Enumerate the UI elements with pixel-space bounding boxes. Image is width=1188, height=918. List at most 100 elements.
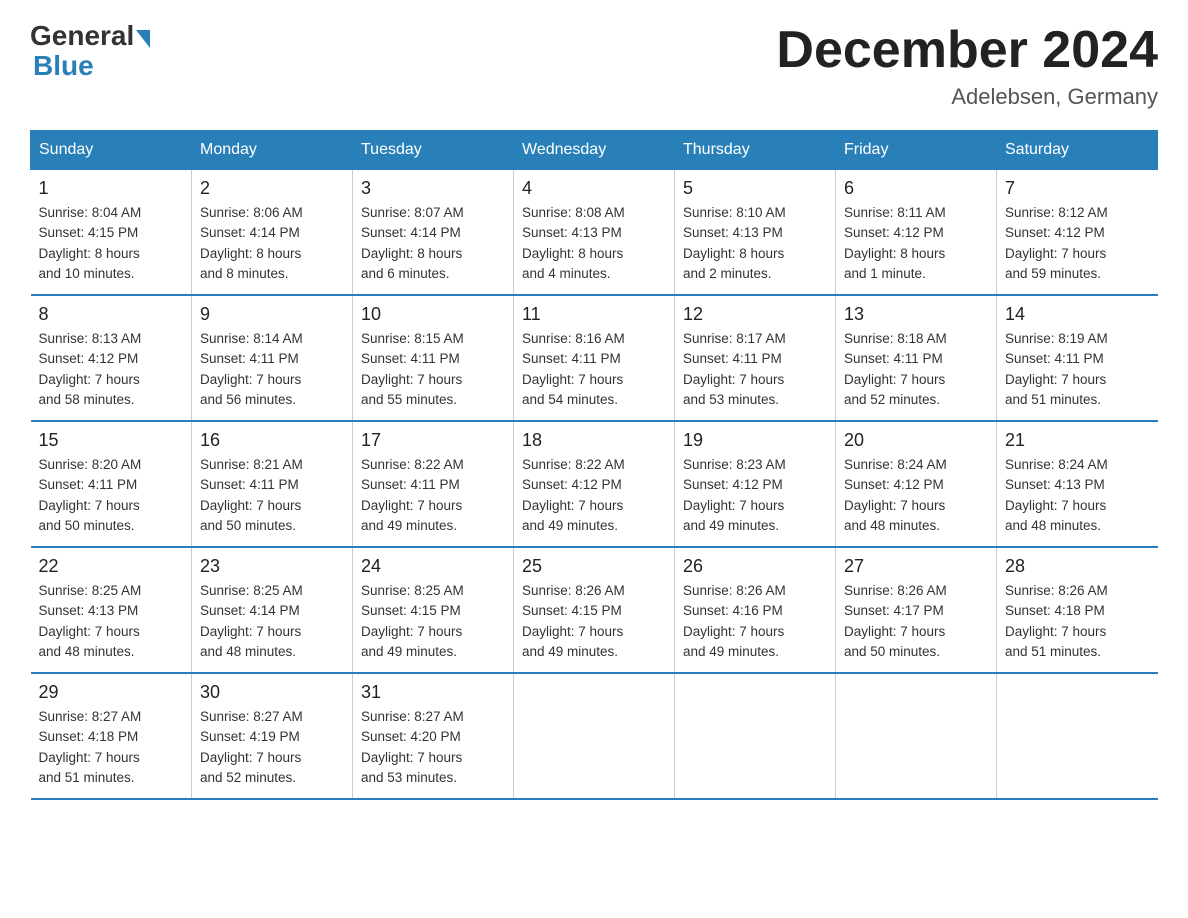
header-friday: Friday <box>836 131 997 170</box>
day-info: Sunrise: 8:07 AM Sunset: 4:14 PM Dayligh… <box>361 203 505 284</box>
calendar-cell <box>997 673 1158 799</box>
calendar-week-row: 22 Sunrise: 8:25 AM Sunset: 4:13 PM Dayli… <box>31 547 1158 673</box>
calendar-cell: 1Sunrise: 8:04 AM Sunset: 4:15 PM Daylig… <box>31 170 192 296</box>
calendar-cell: 23 Sunrise: 8:25 AM Sunset: 4:14 PM Dayli… <box>192 547 353 673</box>
day-info: Sunrise: 8:21 AM Sunset: 4:11 PM Dayligh… <box>200 455 344 536</box>
day-number: 10 <box>361 304 505 325</box>
logo-arrow-icon <box>136 30 150 48</box>
day-number: 20 <box>844 430 988 451</box>
logo-general-text: General <box>30 20 134 52</box>
calendar-cell: 24 Sunrise: 8:25 AM Sunset: 4:15 PM Dayli… <box>353 547 514 673</box>
day-info: Sunrise: 8:10 AM Sunset: 4:13 PM Dayligh… <box>683 203 827 284</box>
calendar-week-row: 29 Sunrise: 8:27 AM Sunset: 4:18 PM Dayli… <box>31 673 1158 799</box>
calendar-cell: 11 Sunrise: 8:16 AM Sunset: 4:11 PM Dayli… <box>514 295 675 421</box>
day-info: Sunrise: 8:25 AM Sunset: 4:13 PM Dayligh… <box>39 581 184 662</box>
day-info: Sunrise: 8:15 AM Sunset: 4:11 PM Dayligh… <box>361 329 505 410</box>
calendar-cell: 29 Sunrise: 8:27 AM Sunset: 4:18 PM Dayli… <box>31 673 192 799</box>
day-info: Sunrise: 8:06 AM Sunset: 4:14 PM Dayligh… <box>200 203 344 284</box>
header-sunday: Sunday <box>31 131 192 170</box>
day-info: Sunrise: 8:08 AM Sunset: 4:13 PM Dayligh… <box>522 203 666 284</box>
calendar-cell: 30 Sunrise: 8:27 AM Sunset: 4:19 PM Dayli… <box>192 673 353 799</box>
day-number: 7 <box>1005 178 1150 199</box>
day-number: 19 <box>683 430 827 451</box>
day-number: 25 <box>522 556 666 577</box>
calendar-cell: 2Sunrise: 8:06 AM Sunset: 4:14 PM Daylig… <box>192 170 353 296</box>
calendar-cell: 16 Sunrise: 8:21 AM Sunset: 4:11 PM Dayli… <box>192 421 353 547</box>
day-number: 4 <box>522 178 666 199</box>
header-tuesday: Tuesday <box>353 131 514 170</box>
day-number: 26 <box>683 556 827 577</box>
location-subtitle: Adelebsen, Germany <box>776 84 1158 110</box>
calendar-cell: 21 Sunrise: 8:24 AM Sunset: 4:13 PM Dayli… <box>997 421 1158 547</box>
calendar-cell: 8Sunrise: 8:13 AM Sunset: 4:12 PM Daylig… <box>31 295 192 421</box>
calendar-header-row: SundayMondayTuesdayWednesdayThursdayFrid… <box>31 131 1158 170</box>
calendar-cell: 20 Sunrise: 8:24 AM Sunset: 4:12 PM Dayli… <box>836 421 997 547</box>
day-info: Sunrise: 8:22 AM Sunset: 4:11 PM Dayligh… <box>361 455 505 536</box>
day-number: 16 <box>200 430 344 451</box>
day-number: 24 <box>361 556 505 577</box>
calendar-cell: 10 Sunrise: 8:15 AM Sunset: 4:11 PM Dayli… <box>353 295 514 421</box>
day-number: 9 <box>200 304 344 325</box>
calendar-cell <box>514 673 675 799</box>
logo: General Blue <box>30 20 150 82</box>
header-thursday: Thursday <box>675 131 836 170</box>
day-number: 30 <box>200 682 344 703</box>
day-number: 27 <box>844 556 988 577</box>
day-number: 21 <box>1005 430 1150 451</box>
day-number: 22 <box>39 556 184 577</box>
day-info: Sunrise: 8:26 AM Sunset: 4:15 PM Dayligh… <box>522 581 666 662</box>
calendar-cell: 12 Sunrise: 8:17 AM Sunset: 4:11 PM Dayli… <box>675 295 836 421</box>
day-info: Sunrise: 8:27 AM Sunset: 4:18 PM Dayligh… <box>39 707 184 788</box>
calendar-cell <box>836 673 997 799</box>
calendar-week-row: 8Sunrise: 8:13 AM Sunset: 4:12 PM Daylig… <box>31 295 1158 421</box>
header-monday: Monday <box>192 131 353 170</box>
day-info: Sunrise: 8:14 AM Sunset: 4:11 PM Dayligh… <box>200 329 344 410</box>
calendar-cell <box>675 673 836 799</box>
day-number: 3 <box>361 178 505 199</box>
day-number: 11 <box>522 304 666 325</box>
day-info: Sunrise: 8:20 AM Sunset: 4:11 PM Dayligh… <box>39 455 184 536</box>
day-number: 17 <box>361 430 505 451</box>
calendar-cell: 17 Sunrise: 8:22 AM Sunset: 4:11 PM Dayli… <box>353 421 514 547</box>
day-info: Sunrise: 8:16 AM Sunset: 4:11 PM Dayligh… <box>522 329 666 410</box>
day-number: 29 <box>39 682 184 703</box>
day-info: Sunrise: 8:25 AM Sunset: 4:15 PM Dayligh… <box>361 581 505 662</box>
day-number: 13 <box>844 304 988 325</box>
header-saturday: Saturday <box>997 131 1158 170</box>
title-section: December 2024 Adelebsen, Germany <box>776 20 1158 110</box>
day-number: 8 <box>39 304 184 325</box>
day-number: 6 <box>844 178 988 199</box>
day-number: 1 <box>39 178 184 199</box>
page-header: General Blue December 2024 Adelebsen, Ge… <box>30 20 1158 110</box>
day-info: Sunrise: 8:23 AM Sunset: 4:12 PM Dayligh… <box>683 455 827 536</box>
day-info: Sunrise: 8:12 AM Sunset: 4:12 PM Dayligh… <box>1005 203 1150 284</box>
day-number: 12 <box>683 304 827 325</box>
day-info: Sunrise: 8:26 AM Sunset: 4:17 PM Dayligh… <box>844 581 988 662</box>
day-info: Sunrise: 8:25 AM Sunset: 4:14 PM Dayligh… <box>200 581 344 662</box>
day-info: Sunrise: 8:24 AM Sunset: 4:13 PM Dayligh… <box>1005 455 1150 536</box>
calendar-cell: 15 Sunrise: 8:20 AM Sunset: 4:11 PM Dayli… <box>31 421 192 547</box>
calendar-cell: 7 Sunrise: 8:12 AM Sunset: 4:12 PM Daylig… <box>997 170 1158 296</box>
calendar-week-row: 15 Sunrise: 8:20 AM Sunset: 4:11 PM Dayli… <box>31 421 1158 547</box>
day-info: Sunrise: 8:18 AM Sunset: 4:11 PM Dayligh… <box>844 329 988 410</box>
day-info: Sunrise: 8:24 AM Sunset: 4:12 PM Dayligh… <box>844 455 988 536</box>
day-info: Sunrise: 8:19 AM Sunset: 4:11 PM Dayligh… <box>1005 329 1150 410</box>
day-info: Sunrise: 8:17 AM Sunset: 4:11 PM Dayligh… <box>683 329 827 410</box>
calendar-cell: 28Sunrise: 8:26 AM Sunset: 4:18 PM Dayli… <box>997 547 1158 673</box>
calendar-cell: 14Sunrise: 8:19 AM Sunset: 4:11 PM Dayli… <box>997 295 1158 421</box>
day-info: Sunrise: 8:11 AM Sunset: 4:12 PM Dayligh… <box>844 203 988 284</box>
calendar-table: SundayMondayTuesdayWednesdayThursdayFrid… <box>30 130 1158 800</box>
calendar-cell: 19 Sunrise: 8:23 AM Sunset: 4:12 PM Dayli… <box>675 421 836 547</box>
day-number: 23 <box>200 556 344 577</box>
day-info: Sunrise: 8:27 AM Sunset: 4:19 PM Dayligh… <box>200 707 344 788</box>
day-number: 15 <box>39 430 184 451</box>
calendar-cell: 9 Sunrise: 8:14 AM Sunset: 4:11 PM Daylig… <box>192 295 353 421</box>
calendar-cell: 31Sunrise: 8:27 AM Sunset: 4:20 PM Dayli… <box>353 673 514 799</box>
day-number: 18 <box>522 430 666 451</box>
calendar-cell: 22 Sunrise: 8:25 AM Sunset: 4:13 PM Dayli… <box>31 547 192 673</box>
day-number: 28 <box>1005 556 1150 577</box>
calendar-week-row: 1Sunrise: 8:04 AM Sunset: 4:15 PM Daylig… <box>31 170 1158 296</box>
calendar-cell: 25 Sunrise: 8:26 AM Sunset: 4:15 PM Dayli… <box>514 547 675 673</box>
calendar-cell: 3 Sunrise: 8:07 AM Sunset: 4:14 PM Daylig… <box>353 170 514 296</box>
calendar-cell: 6 Sunrise: 8:11 AM Sunset: 4:12 PM Daylig… <box>836 170 997 296</box>
